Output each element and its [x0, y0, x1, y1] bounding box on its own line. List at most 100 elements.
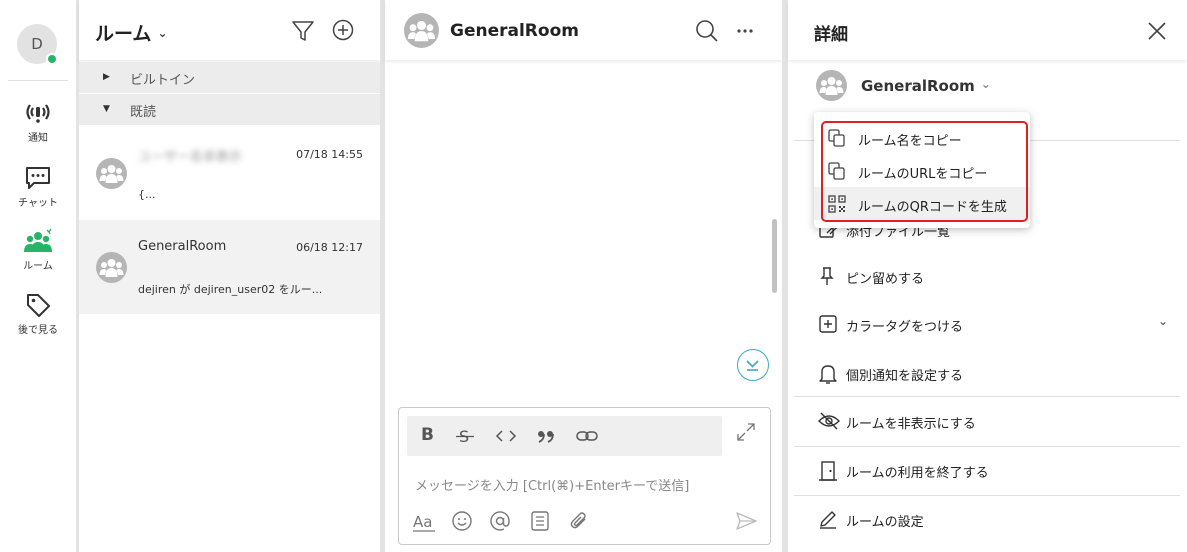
room-name: GeneralRoom	[138, 239, 227, 254]
send-icon[interactable]	[735, 511, 757, 531]
room-avatar-icon	[816, 70, 847, 101]
room-list-title-dropdown[interactable]: ルーム ⌄	[95, 19, 168, 46]
room-name: GeneralRoom	[861, 77, 975, 95]
nav-item-room[interactable]: ルーム	[0, 228, 76, 272]
menu-leave-room[interactable]: ルームの利用を終了する	[818, 456, 1178, 486]
attachment-icon[interactable]	[568, 510, 590, 532]
menu-label: ルームの設定	[846, 515, 924, 530]
plus-square-icon	[819, 315, 837, 333]
nav-label-room: ルーム	[23, 261, 53, 272]
room-avatar-icon	[404, 13, 439, 48]
chat-panel: GeneralRoom B S メッセージを入力 [Ctrl(⌘)+Enterキ…	[385, 0, 782, 552]
menu-label: ピン留めする	[846, 272, 925, 287]
nav-label-watch-later: 後で見る	[18, 325, 58, 336]
generate-qr-code-item[interactable]: ルームのQRコードを生成	[814, 187, 1030, 220]
menu-color-tag[interactable]: カラータグをつける ⌄	[818, 310, 1178, 340]
chevron-down-icon: ⌄	[157, 26, 168, 40]
nav-divider	[8, 80, 68, 81]
notification-icon	[26, 104, 50, 123]
room-icon	[24, 228, 52, 252]
arrow-down-icon	[746, 360, 759, 371]
room-name-dropdown[interactable]: GeneralRoom ⌄	[861, 77, 991, 95]
mention-icon[interactable]	[489, 510, 511, 532]
emoji-icon[interactable]	[451, 510, 473, 532]
room-last-message: {...	[138, 188, 156, 201]
online-status-dot	[46, 53, 58, 65]
copy-icon	[828, 129, 845, 147]
add-room-icon[interactable]	[332, 19, 354, 41]
chat-header: GeneralRoom	[385, 0, 782, 60]
menu-label: カラータグをつける	[846, 320, 964, 335]
nav-item-chat[interactable]: チャット	[0, 165, 76, 209]
search-icon[interactable]	[695, 19, 719, 43]
menu-hide-room[interactable]: ルームを非表示にする	[818, 407, 1178, 437]
collapsed-triangle-icon: ▶	[103, 72, 110, 82]
chat-room-title: GeneralRoom	[450, 21, 579, 41]
dropdown-item-label: ルーム名をコピー	[858, 134, 962, 149]
nav-item-notification[interactable]: 通知	[0, 100, 76, 144]
menu-notification[interactable]: 個別通知を設定する	[818, 359, 1178, 389]
nav-item-watch-later[interactable]: 後で見る	[0, 292, 76, 336]
filter-icon[interactable]	[291, 19, 315, 43]
more-options-icon[interactable]	[736, 28, 754, 34]
qr-code-icon	[828, 195, 846, 213]
section-read[interactable]: ▼ 既読	[79, 94, 380, 125]
bold-button[interactable]: B	[421, 425, 434, 445]
menu-label: 個別通知を設定する	[846, 369, 964, 384]
section-read-label: 既読	[130, 105, 157, 120]
room-last-message: dejiren が dejiren_user02 をルー...	[138, 283, 323, 296]
room-time: 06/18 12:17	[296, 241, 363, 254]
menu-pin[interactable]: ピン留めする	[818, 262, 1178, 292]
code-icon[interactable]	[495, 429, 517, 443]
link-icon[interactable]	[576, 429, 598, 443]
nav-label-notification: 通知	[28, 133, 48, 144]
section-builtin-label: ビルトイン	[130, 73, 196, 88]
svg-text:Aa: Aa	[413, 513, 432, 531]
menu-label: ルームの利用を終了する	[846, 466, 989, 481]
room-name: ユーザー名非表示	[138, 150, 242, 165]
copy-icon	[828, 162, 845, 180]
details-title: 詳細	[814, 25, 848, 45]
room-list-header: ルーム ⌄	[79, 0, 380, 60]
chat-scrollbar[interactable]	[772, 219, 777, 293]
room-avatar-icon	[96, 252, 127, 283]
details-panel: 詳細 GeneralRoom⌄ 添付ファイル一覧 ピン留めする カラータグをつ	[788, 0, 1187, 552]
copy-room-name-item[interactable]: ルーム名をコピー	[814, 121, 1030, 154]
room-avatar-icon	[96, 158, 127, 189]
section-builtin[interactable]: ▶ ビルトイン	[79, 62, 380, 93]
format-toolbar: B S	[407, 416, 722, 456]
list-icon[interactable]	[530, 510, 550, 532]
copy-room-url-item[interactable]: ルームのURLをコピー	[814, 154, 1030, 187]
menu-label: ルームを非表示にする	[846, 417, 976, 432]
menu-room-settings[interactable]: ルームの設定	[818, 505, 1178, 535]
eye-off-icon	[818, 412, 840, 430]
chevron-down-icon: ⌄	[980, 77, 991, 91]
dropdown-item-label: ルームのQRコードを生成	[858, 200, 1007, 215]
message-input[interactable]: メッセージを入力 [Ctrl(⌘)+Enterキーで送信]	[415, 475, 689, 494]
divider	[794, 396, 1180, 397]
dropdown-item-label: ルームのURLをコピー	[858, 167, 988, 182]
door-icon	[819, 461, 837, 481]
room-name-dropdown-menu: ルーム名をコピー ルームのURLをコピー ルームのQRコードを生成	[814, 112, 1030, 228]
room-time: 07/18 14:55	[296, 148, 363, 161]
room-list-title: ルーム	[95, 23, 152, 45]
details-header: 詳細	[788, 0, 1187, 60]
message-composer: B S メッセージを入力 [Ctrl(⌘)+Enterキーで送信] Aa	[398, 407, 771, 545]
room-list-item[interactable]: ユーザー名非表示 07/18 14:55 {...	[79, 126, 380, 220]
room-list-item-selected[interactable]: GeneralRoom 06/18 12:17 dejiren が dejire…	[79, 220, 380, 314]
room-list-panel: ルーム ⌄ ▶ ビルトイン ▼ 既読 ユーザー名非表示 07/18 14:55 {…	[79, 0, 380, 552]
expand-icon[interactable]	[736, 422, 756, 442]
avatar-initial: D	[31, 35, 43, 53]
strikethrough-icon[interactable]: S	[455, 427, 475, 445]
text-style-icon[interactable]: Aa	[412, 511, 436, 533]
close-icon[interactable]	[1148, 22, 1166, 40]
tag-icon	[27, 294, 50, 317]
nav-label-chat: チャット	[18, 198, 58, 209]
divider	[794, 446, 1180, 447]
pin-icon	[820, 267, 834, 285]
left-nav: D 通知 チャット ルーム 後で見る	[0, 0, 76, 552]
divider	[794, 495, 1180, 496]
chevron-down-icon: ⌄	[1158, 314, 1169, 328]
scroll-to-bottom-button[interactable]	[737, 349, 769, 381]
quote-icon[interactable]	[537, 429, 555, 443]
